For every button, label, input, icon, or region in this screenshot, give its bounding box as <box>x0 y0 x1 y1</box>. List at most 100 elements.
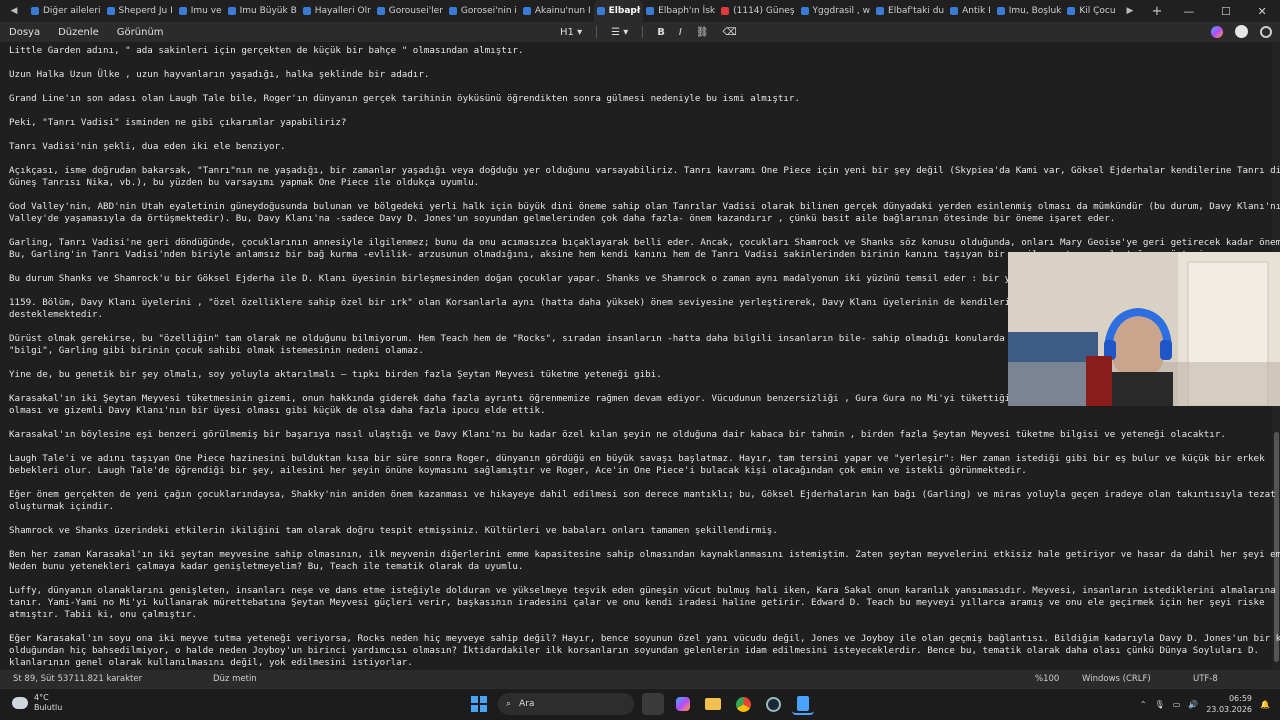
line-ending[interactable]: Windows (CRLF) <box>1082 674 1151 684</box>
tab-favicon-icon <box>227 7 236 15</box>
tab-favicon-icon <box>31 7 39 15</box>
copilot-icon[interactable] <box>1211 25 1223 38</box>
tab-label: Hayalleri Olr <box>314 6 371 16</box>
task-view-icon[interactable] <box>642 693 664 715</box>
browser-tab-bar: ◀ Diğer aileleri Sheperd Ju I Imu ve Imu Bü… <box>0 0 1280 22</box>
browser-tab[interactable]: Sheperd Ju I <box>104 0 176 22</box>
browser-tab[interactable]: Akainu'nun I <box>520 0 594 22</box>
menu-bar: Dosya Düzenle Görünüm H1 ▾ ☰ ▾ B I ⛓ ⌫ <box>0 22 1280 42</box>
browser-tab[interactable]: Diğer aileleri <box>28 0 104 22</box>
tab-favicon-icon <box>522 7 531 15</box>
link-icon[interactable]: ⛓ <box>696 27 709 38</box>
text-line: Neden bunu yetenekleri çalmaya kadar gen… <box>9 561 524 572</box>
browser-tab[interactable]: (1114) Güneş <box>718 0 797 22</box>
microphone-icon[interactable]: 🎙 <box>1155 700 1165 709</box>
toolbar-divider <box>596 26 598 38</box>
encoding[interactable]: UTF-8 <box>1193 674 1218 684</box>
tab-label: Kil Çocuk, Gc <box>1079 6 1116 16</box>
tab-label: Imu, Boşluk <box>1008 6 1062 16</box>
zoom-level[interactable]: %100 <box>1035 674 1059 684</box>
tab-favicon-icon <box>106 7 115 15</box>
taskbar-apps: ⌕ Ara <box>468 693 814 715</box>
text-line: God Valley'nin, ABD'nin Utah eyaletinin … <box>9 201 1280 212</box>
status-bar: St 89, Süt 537 11.821 karakter Düz metin… <box>0 670 1280 688</box>
browser-tab[interactable]: Antik I <box>947 0 994 22</box>
clear-format-icon[interactable]: ⌫ <box>723 27 737 38</box>
browser-tab[interactable]: Yggdrasil , w <box>798 0 874 22</box>
text-line: tanır. Yami-Yami no Mi'yi kullanarak mür… <box>9 597 1265 608</box>
text-line: Laugh Tale'i ve adını taşıyan One Piece … <box>9 453 1265 464</box>
close-icon[interactable]: ✕ <box>1257 5 1266 18</box>
heading-dropdown[interactable]: H1 ▾ <box>560 27 582 38</box>
browser-tab[interactable]: Imu Büyük B <box>225 0 300 22</box>
taskbar: 4°C Bulutlu ⌕ Ara ⌃ 🎙 ▭ 🔊 06:59 23.03.20… <box>0 688 1280 720</box>
tab-favicon-icon <box>996 7 1005 15</box>
tab-list: Diğer aileleri Sheperd Ju I Imu ve Imu Büyü… <box>28 0 1116 22</box>
tab-favicon-icon <box>302 7 311 15</box>
account-icon[interactable] <box>1235 25 1248 38</box>
browser-tab[interactable]: Elbapł <box>593 0 644 22</box>
tab-scroll-left-icon[interactable]: ◀ <box>0 6 28 16</box>
browser-tab[interactable]: Hayalleri Olr <box>300 0 374 22</box>
text-line: Açıkçası, isme doğrudan bakarsak, "Tanrı… <box>9 165 1280 176</box>
volume-icon[interactable]: 🔊 <box>1188 700 1198 709</box>
tab-label: Elbaph'ın İsk <box>658 6 716 16</box>
notifications-icon[interactable]: 🔔 <box>1260 700 1270 709</box>
tab-scroll-right-icon[interactable]: ▶ <box>1116 6 1144 16</box>
tab-favicon-icon <box>646 7 655 15</box>
menu-edit[interactable]: Düzenle <box>49 27 108 38</box>
chrome-icon[interactable] <box>732 693 754 715</box>
menu-view[interactable]: Görünüm <box>108 27 173 38</box>
minimize-icon[interactable]: — <box>1183 5 1194 18</box>
browser-tab[interactable]: Elbaf'taki du <box>873 0 947 22</box>
settings-icon[interactable] <box>1260 25 1272 38</box>
text-line: Uzun Halka Uzun Ülke , uzun hayvanların … <box>9 69 430 80</box>
file-explorer-icon[interactable] <box>702 693 724 715</box>
search-icon: ⌕ <box>506 699 512 709</box>
tab-favicon-icon <box>178 7 187 15</box>
text-line: "bilgi", Garling gibi birinin çocuk sahi… <box>9 345 424 356</box>
browser-tab[interactable]: Imu ve <box>176 0 225 22</box>
notepad-icon[interactable] <box>792 693 814 715</box>
text-line: klanlarının genel olarak kullanılmasını … <box>9 657 413 668</box>
tab-label: Antik I <box>962 6 991 16</box>
show-hidden-icons[interactable]: ⌃ <box>1140 700 1147 709</box>
browser-tab[interactable]: Gorousei'ler <box>374 0 446 22</box>
steam-icon[interactable] <box>762 693 784 715</box>
text-line: atmıştır. Tabii ki, onu çalmıştır. <box>9 609 198 620</box>
text-format[interactable]: Düz metin <box>213 674 257 684</box>
taskbar-search[interactable]: ⌕ Ara <box>498 693 634 715</box>
tab-label: (1114) Güneş <box>733 6 795 16</box>
system-tray: ⌃ 🎙 ▭ 🔊 06:59 23.03.2026 🔔 <box>1140 693 1270 715</box>
text-line: Valley'de yaşamasıyla da örtüşmektedir).… <box>9 213 1116 224</box>
tab-favicon-icon <box>376 7 385 15</box>
tab-label: Akainu'nun I <box>534 6 591 16</box>
text-line: Tanrı Vadisi'nin şekli, dua eden iki ele… <box>9 141 286 152</box>
list-icon[interactable]: ☰ ▾ <box>611 27 628 38</box>
text-line: bebekleri olur. Laugh Tale'de öğrendiği … <box>9 465 1027 476</box>
text-line: Dürüst olmak gerekirse, bu "özelliğin" t… <box>9 333 1038 344</box>
start-icon[interactable] <box>468 693 490 715</box>
browser-tab[interactable]: Gorosei'nin i <box>446 0 520 22</box>
new-tab-button[interactable]: + <box>1144 4 1170 19</box>
browser-tab[interactable]: Elbaph'ın İsk <box>643 0 718 22</box>
cloud-icon <box>12 697 28 709</box>
clock[interactable]: 06:59 23.03.2026 <box>1206 693 1252 715</box>
browser-tab[interactable]: Kil Çocuk, Gc <box>1064 0 1116 22</box>
tab-favicon-icon <box>950 7 959 15</box>
heading-label: H1 <box>560 26 574 38</box>
bold-icon[interactable]: B <box>657 27 665 38</box>
character-count: 11.821 karakter <box>74 674 143 684</box>
italic-icon[interactable]: I <box>679 27 682 38</box>
menu-file[interactable]: Dosya <box>0 27 49 38</box>
text-line: oluşturmak içindir. <box>9 501 115 512</box>
scrollbar-thumb[interactable] <box>1274 432 1279 662</box>
browser-tab[interactable]: Imu, Boşluk <box>994 0 1065 22</box>
tab-favicon-icon <box>800 7 809 15</box>
tab-favicon-icon <box>721 7 730 15</box>
maximize-icon[interactable]: ☐ <box>1221 5 1231 18</box>
weather-widget[interactable]: 4°C Bulutlu <box>12 693 62 713</box>
network-icon[interactable]: ▭ <box>1173 700 1181 709</box>
copilot-app-icon[interactable] <box>672 693 694 715</box>
text-line: Grand Line'ın son adası olan Laugh Tale … <box>9 93 800 104</box>
